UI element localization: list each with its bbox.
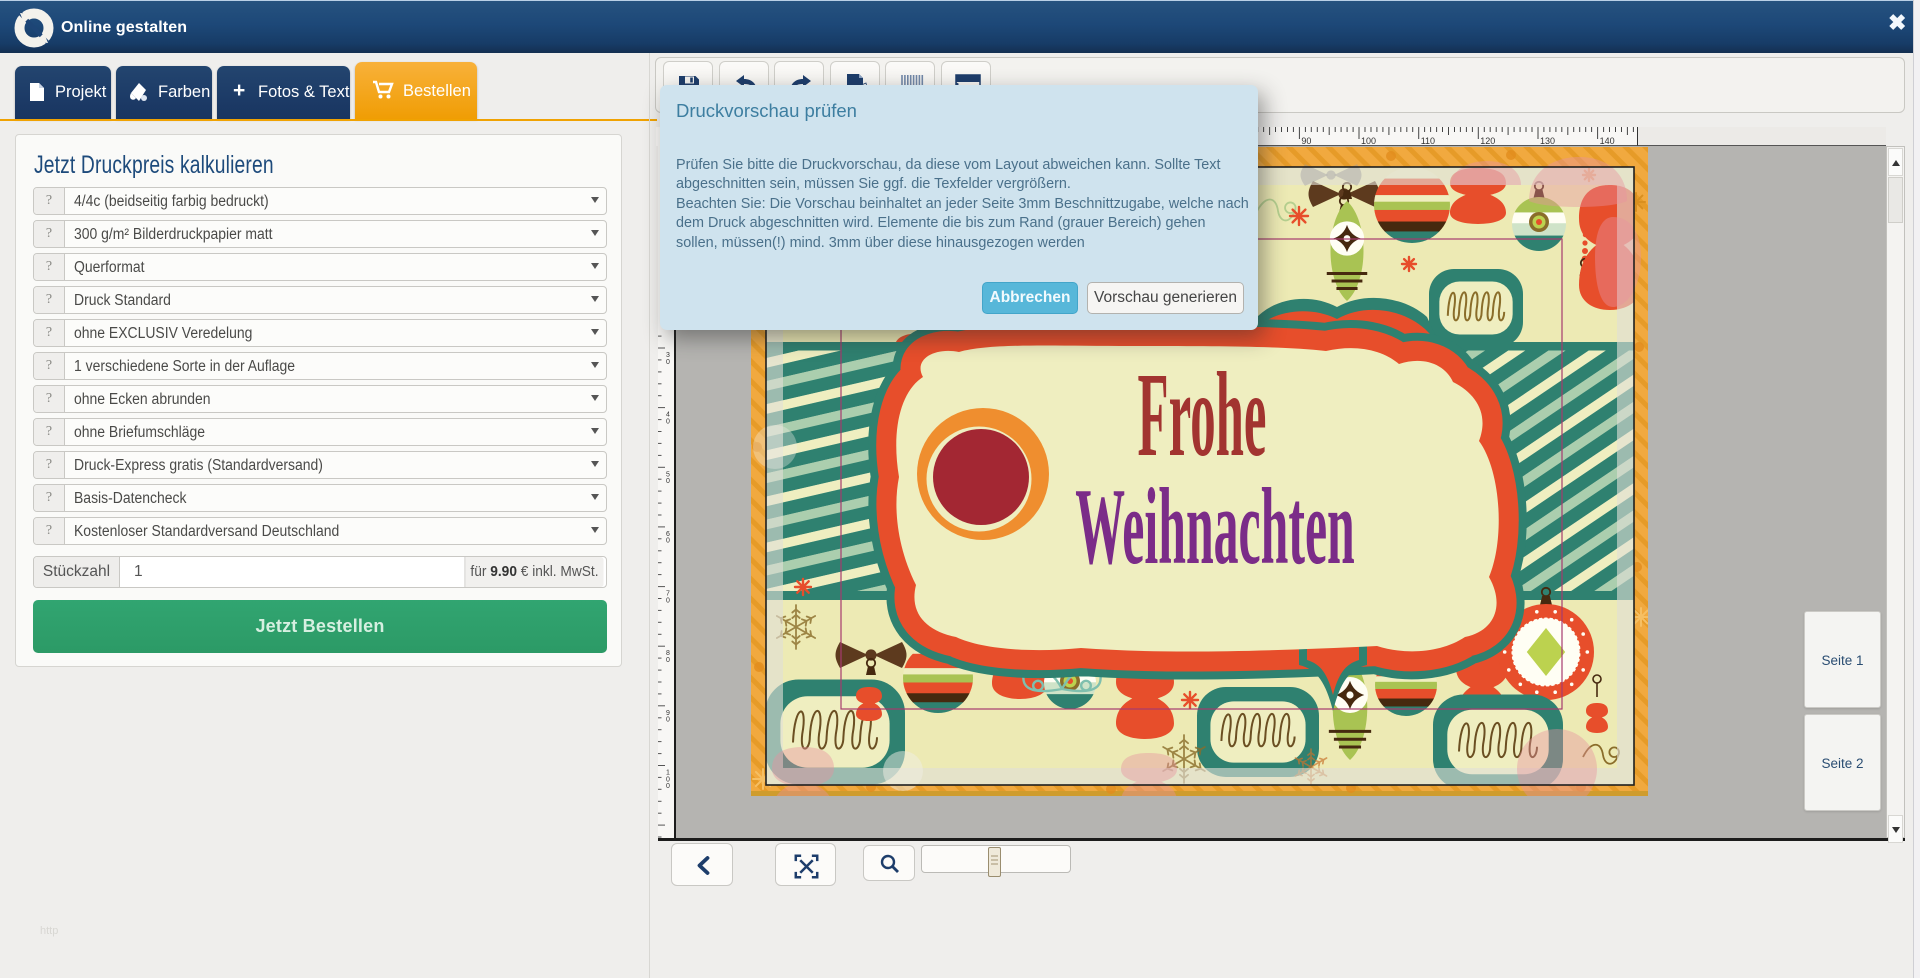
svg-text:120: 120 (1480, 136, 1495, 146)
svg-text:90: 90 (1301, 136, 1311, 146)
svg-text:110: 110 (1421, 136, 1435, 146)
svg-text:140: 140 (1600, 136, 1615, 146)
svg-text:Frohe: Frohe (1138, 348, 1267, 482)
svg-text:0: 0 (666, 359, 670, 366)
svg-text:0: 0 (666, 538, 670, 545)
svg-text:100: 100 (1361, 136, 1376, 146)
svg-text:0: 0 (666, 597, 670, 604)
svg-text:0: 0 (666, 478, 670, 485)
svg-text:0: 0 (666, 418, 670, 425)
svg-text:0: 0 (666, 657, 670, 664)
svg-text:0: 0 (666, 717, 670, 724)
svg-text:Weihnachten: Weihnachten (1075, 467, 1355, 588)
svg-text:0: 0 (666, 783, 670, 790)
svg-text:130: 130 (1540, 136, 1555, 146)
